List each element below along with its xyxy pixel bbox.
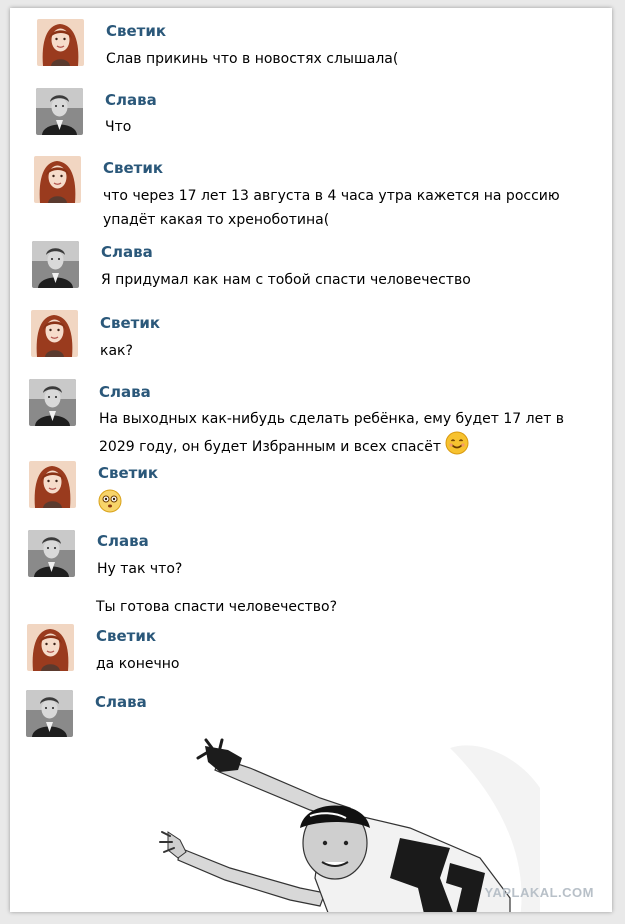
avatar-slava[interactable] bbox=[28, 530, 75, 577]
message-text: как? bbox=[100, 339, 133, 363]
message-text bbox=[98, 489, 122, 521]
chat-card: Светик Слав прикинь что в новостях слыша… bbox=[10, 8, 612, 912]
watermark: YAPLAKAL.COM bbox=[484, 885, 594, 900]
avatar-slava[interactable] bbox=[29, 379, 76, 426]
avatar-svetik[interactable] bbox=[29, 461, 76, 508]
message-text: да конечно bbox=[96, 652, 180, 676]
avatar-svetik[interactable] bbox=[31, 310, 78, 357]
avatar-svetik[interactable] bbox=[37, 19, 84, 66]
message-line: упадёт какая то хреноботина( bbox=[103, 212, 330, 228]
sender-name[interactable]: Слава bbox=[105, 91, 157, 109]
message-line: как? bbox=[100, 343, 133, 359]
message-line-text: 2029 году, он будет Избранным и всех спа… bbox=[99, 439, 441, 455]
message-line: На выходных как-нибудь сделать ребёнка, … bbox=[99, 411, 565, 427]
message-line: 2029 году, он будет Избранным и всех спа… bbox=[99, 431, 564, 463]
message-line: Что bbox=[105, 119, 132, 135]
message-text: Я придумал как нам с тобой спасти челове… bbox=[101, 268, 471, 292]
sender-name[interactable]: Светик bbox=[106, 22, 166, 40]
message-line: Я придумал как нам с тобой спасти челове… bbox=[101, 272, 471, 288]
avatar-slava[interactable] bbox=[26, 690, 73, 737]
sender-name[interactable]: Светик bbox=[103, 159, 163, 177]
message-text: Ты готова спасти человечество? bbox=[96, 595, 337, 619]
sender-name[interactable]: Слава bbox=[99, 383, 151, 401]
message-line: Слав прикинь что в новостях слышала( bbox=[106, 51, 399, 67]
smile-emoji-icon bbox=[445, 431, 469, 463]
avatar-svetik[interactable] bbox=[27, 624, 74, 671]
message-text: Слав прикинь что в новостях слышала( bbox=[106, 47, 398, 71]
avatar-svetik[interactable] bbox=[34, 156, 81, 203]
avatar-slava[interactable] bbox=[36, 88, 83, 135]
message-line: что через 17 лет 13 августа в 4 часа утр… bbox=[103, 188, 560, 204]
sender-name[interactable]: Слава bbox=[101, 243, 153, 261]
message-line: Ну так что? bbox=[97, 561, 183, 577]
sender-name[interactable]: Светик bbox=[98, 464, 158, 482]
sender-name[interactable]: Светик bbox=[100, 314, 160, 332]
message-text: Ну так что? bbox=[97, 557, 182, 581]
sender-name[interactable]: Слава bbox=[95, 693, 147, 711]
sender-name[interactable]: Слава bbox=[97, 532, 149, 550]
message-line: Ты готова спасти человечество? bbox=[96, 599, 338, 615]
message-text: Что bbox=[105, 115, 131, 139]
avatar-slava[interactable] bbox=[32, 241, 79, 288]
shocked-emoji-icon bbox=[98, 489, 122, 521]
sender-name[interactable]: Светик bbox=[96, 627, 156, 645]
message-text: что через 17 лет 13 августа в 4 часа утр… bbox=[103, 184, 560, 232]
message-text: На выходных как-нибудь сделать ребёнка, … bbox=[99, 407, 564, 463]
message-line: да конечно bbox=[96, 656, 180, 672]
